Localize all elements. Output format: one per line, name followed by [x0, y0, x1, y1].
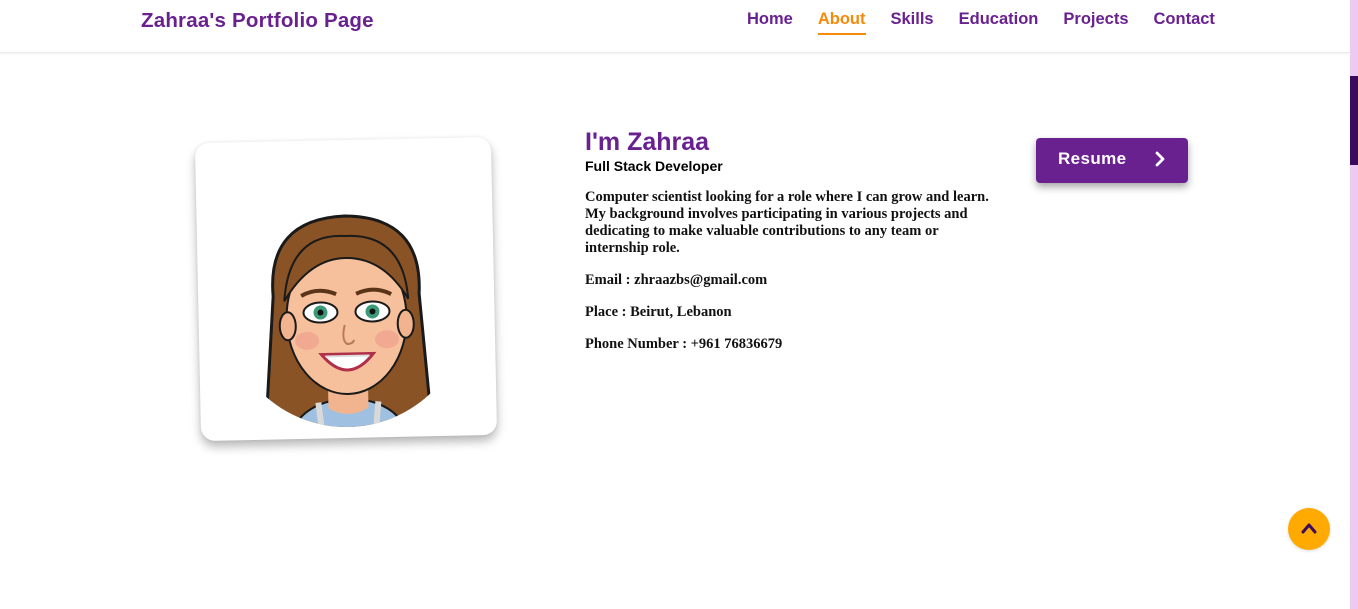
scrollbar-thumb[interactable] [1350, 76, 1358, 165]
nav-link-skills[interactable]: Skills [891, 10, 934, 35]
about-description: Computer scientist looking for a role wh… [585, 189, 989, 256]
nav-link-contact[interactable]: Contact [1154, 10, 1215, 35]
scroll-to-top-button[interactable] [1288, 508, 1330, 550]
nav-link-education[interactable]: Education [959, 10, 1039, 35]
site-header: Zahraa's Portfolio Page Home About Skill… [0, 0, 1350, 53]
nav-link-projects[interactable]: Projects [1063, 10, 1128, 35]
contact-email: Email : zhraazbs@gmail.com [585, 272, 768, 288]
resume-button[interactable]: Resume [1036, 138, 1188, 183]
avatar [263, 214, 435, 430]
chevron-up-icon [1301, 523, 1317, 534]
site-brand[interactable]: Zahraa's Portfolio Page [141, 9, 374, 33]
resume-button-label: Resume [1058, 149, 1127, 168]
page-scrollbar[interactable] [1350, 0, 1358, 609]
chevron-right-icon [1154, 151, 1166, 172]
main-nav: Home About Skills Education Projects Con… [747, 10, 1240, 35]
about-title: I'm Zahraa [585, 128, 710, 156]
about-subtitle: Full Stack Developer [585, 158, 723, 174]
nav-link-about[interactable]: About [817, 10, 866, 35]
contact-place: Place : Beirut, Lebanon [585, 304, 732, 320]
about-section: I'm Zahraa Full Stack Developer Computer… [585, 127, 990, 353]
profile-photo-card [194, 136, 498, 442]
nav-link-home[interactable]: Home [747, 10, 793, 35]
contact-phone: Phone Number : +961 76836679 [585, 336, 783, 352]
